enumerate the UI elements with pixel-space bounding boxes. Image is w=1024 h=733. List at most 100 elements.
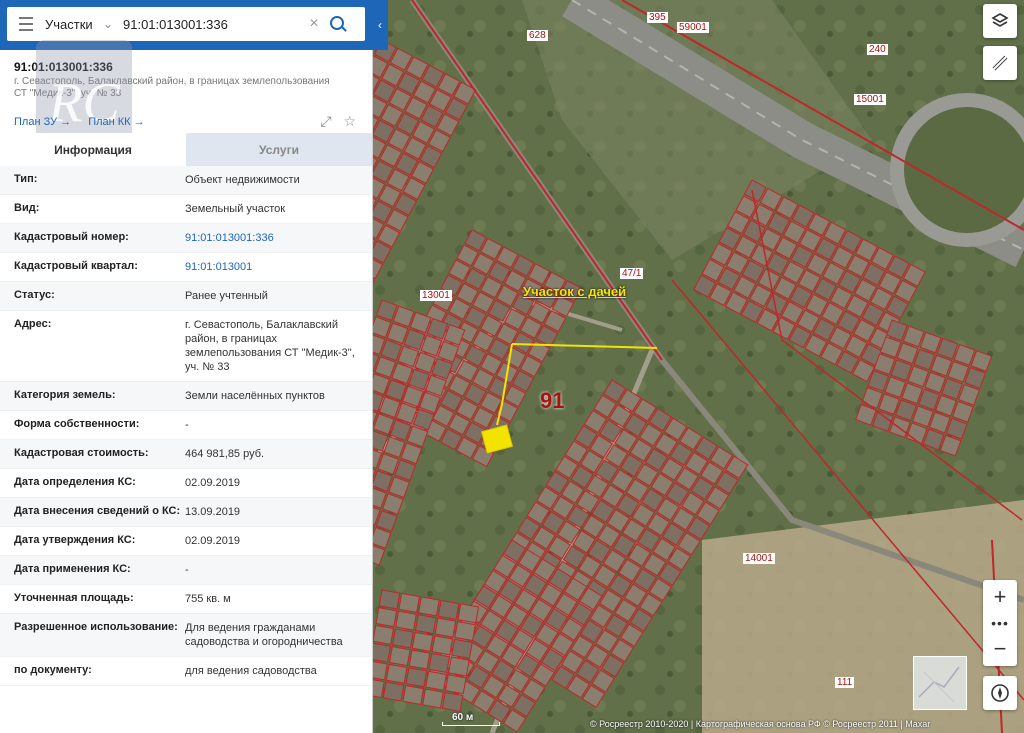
parcel [372, 642, 391, 663]
info-value-link[interactable]: 91:01:013001:336 [185, 231, 360, 245]
parcel [437, 599, 460, 620]
layers-button[interactable] [983, 4, 1017, 38]
info-row: Вид: Земельный участок [0, 195, 372, 224]
info-value: г. Севастополь, Балаклавский район, в гр… [185, 319, 355, 373]
info-value: Земельный участок [185, 203, 286, 215]
zoom-to-icon[interactable]: ⤢ [320, 113, 331, 129]
info-key: Форма собственности: [14, 418, 140, 430]
parcel [398, 592, 421, 613]
quarter-label: 13001 [420, 290, 452, 301]
info-panel: Участки ⌄ × 91:01:013001:336 г. Севастоп… [0, 0, 373, 733]
quarter-label: 240 [867, 44, 888, 55]
parcel [425, 670, 447, 691]
info-value-link[interactable]: 91:01:013001 [185, 260, 360, 274]
header-actions: ⤢ ☆ [320, 113, 356, 130]
parcel [428, 653, 451, 674]
menu-icon[interactable] [7, 7, 45, 41]
plan-kk-link[interactable]: План КК → [88, 116, 144, 128]
info-value: - [185, 419, 189, 431]
info-value: Объект недвижимости [185, 174, 300, 186]
quarter-label-91: 91 [540, 388, 565, 413]
more-button[interactable]: ••• [983, 614, 1017, 632]
info-key: по документу: [14, 664, 92, 676]
info-value: 02.09.2019 [185, 535, 241, 547]
zoom-in-button[interactable]: + [983, 580, 1017, 614]
parcel [402, 684, 425, 706]
info-key: Вид: [14, 202, 40, 214]
parcel [372, 678, 385, 699]
info-row: Статус: Ранее учтенный [0, 282, 372, 311]
parcel [378, 589, 401, 610]
info-value: для ведения садоводства [185, 665, 317, 677]
compass-icon [991, 684, 1009, 702]
search-icon[interactable] [325, 7, 351, 41]
star-icon[interactable]: ☆ [343, 113, 356, 129]
parcel [375, 607, 398, 628]
quarter-label: 14001 [743, 553, 775, 564]
info-row: Уточненная площадь: 755 кв. м [0, 585, 372, 614]
info-row: Дата определения КС: 02.09.2019 [0, 469, 372, 498]
tab-services[interactable]: Услуги [186, 133, 372, 166]
ruler-button[interactable] [983, 46, 1017, 80]
info-row: Адрес: г. Севастополь, Балаклавский район… [0, 311, 372, 382]
info-row: Категория земель: Земли населённых пункто… [0, 382, 372, 411]
info-row: Дата утверждения КС: 02.09.2019 [0, 527, 372, 556]
quarter-label: 111 [835, 677, 855, 688]
parcel [431, 635, 454, 656]
parcel [418, 596, 440, 617]
close-icon[interactable]: × [303, 15, 325, 33]
collapse-panel-button[interactable]: ‹ [372, 0, 388, 50]
info-row: Кадастровый номер: 91:01:013001:336 [0, 224, 372, 253]
search-input[interactable] [121, 15, 303, 33]
parcel [434, 617, 457, 638]
plan-links: План ЗУ → План КК → [14, 116, 159, 128]
parcel [444, 674, 467, 695]
info-key: Кадастровая стоимость: [14, 447, 149, 459]
parcel [388, 646, 411, 667]
parcel [411, 631, 434, 652]
search-type-select[interactable]: Участки [45, 17, 103, 32]
satellite-map[interactable] [372, 0, 1024, 733]
parcel [448, 656, 470, 677]
parcel [441, 691, 464, 712]
parcel [408, 649, 431, 670]
info-value: 02.09.2019 [185, 477, 241, 489]
info-key: Дата внесения сведений о КС: [14, 505, 181, 517]
info-key: Кадастровый квартал: [14, 260, 138, 272]
info-key: Дата определения КС: [14, 476, 136, 488]
tab-information[interactable]: Информация [0, 133, 186, 166]
search-box: Участки ⌄ × [7, 7, 365, 41]
info-key: Дата применения КС: [14, 563, 131, 575]
info-value: Для ведения гражданами садоводства и ого… [185, 622, 343, 648]
info-row: Тип: Объект недвижимости [0, 166, 372, 195]
info-row: Разрешенное использование: Для ведения гр… [0, 614, 372, 657]
info-row: Кадастровая стоимость: 464 981,85 руб. [0, 440, 372, 469]
info-row: Дата применения КС: - [0, 556, 372, 585]
info-key: Тип: [14, 173, 38, 185]
map-annotation: Участок с дачей [523, 284, 627, 299]
info-value: Земли населённых пунктов [185, 390, 325, 402]
parcel [372, 624, 395, 645]
zoom-out-button[interactable]: − [983, 632, 1017, 666]
info-value: 13.09.2019 [185, 506, 241, 518]
info-value: 755 кв. м [185, 593, 231, 605]
quarter-label: 47/1 [620, 268, 644, 279]
info-row: Дата внесения сведений о КС: 13.09.2019 [0, 498, 372, 527]
parcel [457, 603, 480, 624]
quarter-label: 395 [647, 12, 668, 23]
chevron-down-icon[interactable]: ⌄ [103, 17, 121, 31]
map-copyright: © Росреестр 2010-2020 | Картографическая… [590, 719, 931, 729]
parcel [395, 610, 417, 631]
layers-icon [991, 13, 1009, 27]
plan-zu-link[interactable]: План ЗУ → [14, 116, 71, 128]
info-key: Разрешенное использование: [14, 621, 178, 633]
parcel [451, 638, 473, 659]
info-row: Кадастровый квартал: 91:01:013001 [0, 253, 372, 282]
quarter-label: 628 [527, 30, 548, 41]
compass-button[interactable] [983, 676, 1017, 710]
parcel [382, 681, 405, 702]
map-view[interactable]: Участок с дачей 91 59001 15001 13001 140… [372, 0, 1024, 733]
parcel [414, 614, 437, 635]
ruler-icon [992, 55, 1008, 71]
minimap[interactable] [913, 656, 967, 710]
